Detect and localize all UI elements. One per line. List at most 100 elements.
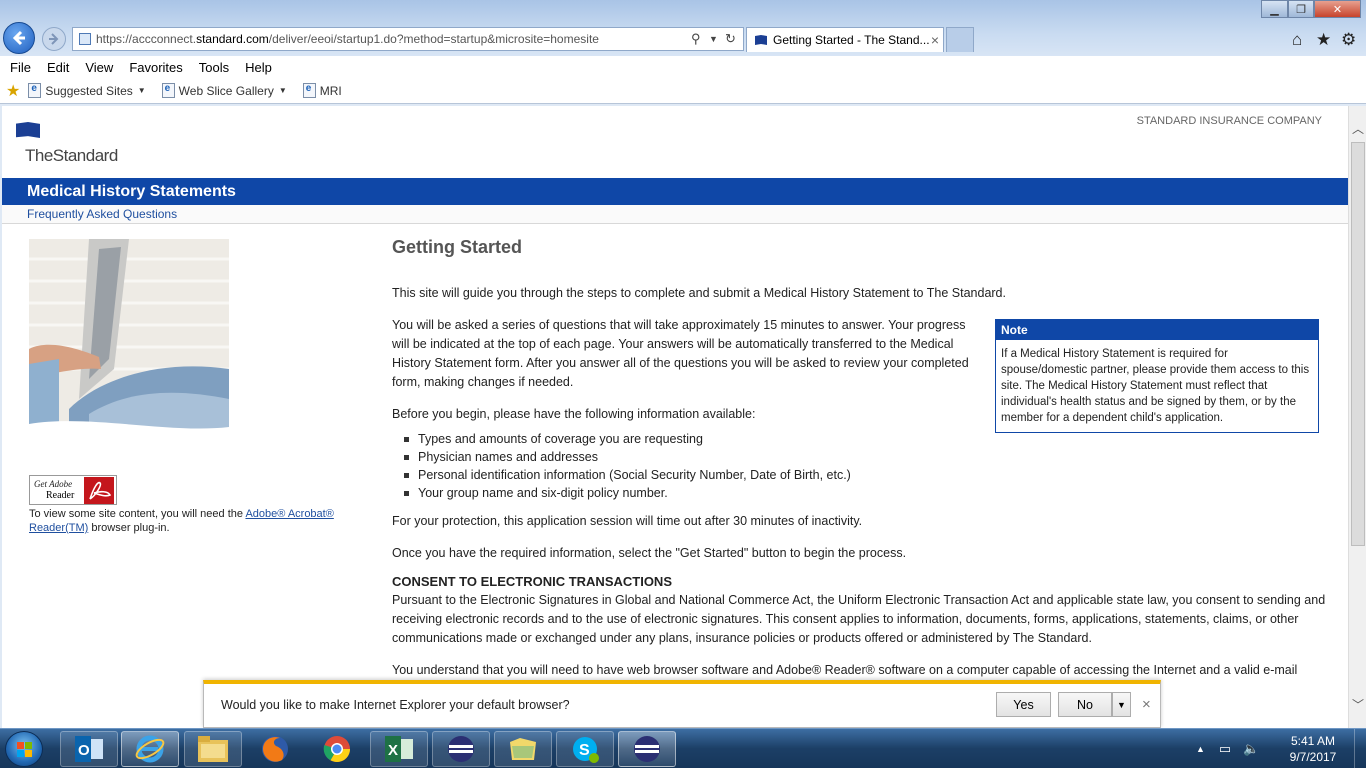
ie-page-icon bbox=[28, 83, 42, 98]
chevron-down-icon: ▼ bbox=[278, 86, 287, 95]
favorite-suggested-sites[interactable]: Suggested Sites ▼ bbox=[28, 83, 146, 98]
start-button[interactable] bbox=[5, 731, 43, 767]
favorites-bar: ★ Suggested Sites ▼ Web Slice Gallery ▼ … bbox=[0, 78, 1366, 104]
default-browser-notification: Would you like to make Internet Explorer… bbox=[203, 680, 1161, 728]
menu-help[interactable]: Help bbox=[245, 60, 272, 75]
arrow-right-icon bbox=[49, 33, 59, 45]
note-box: Note If a Medical History Statement is r… bbox=[995, 319, 1319, 433]
taskbar-app[interactable] bbox=[432, 731, 490, 767]
menu-file[interactable]: File bbox=[10, 60, 31, 75]
address-bar[interactable]: https://accconnect.standard.com/deliver/… bbox=[72, 27, 744, 51]
taskbar-outlook[interactable]: O bbox=[60, 731, 118, 767]
list-item: Personal identification information (Soc… bbox=[404, 466, 1332, 484]
system-tray: ▲ ▭ 🔈 bbox=[1196, 729, 1259, 768]
no-button[interactable]: No bbox=[1058, 692, 1112, 717]
scroll-down-icon[interactable]: ﹀ bbox=[1352, 696, 1364, 713]
company-name: STANDARD INSURANCE COMPANY bbox=[1136, 115, 1322, 127]
minimize-button[interactable]: ▁ bbox=[1261, 0, 1288, 18]
ie-page-icon bbox=[161, 83, 175, 98]
consent-heading: CONSENT TO ELECTRONIC TRANSACTIONS bbox=[392, 574, 672, 589]
firefox-icon bbox=[262, 736, 288, 762]
menu-edit[interactable]: Edit bbox=[47, 60, 69, 75]
consent-text: Pursuant to the Electronic Signatures in… bbox=[392, 593, 1326, 645]
windows-logo-icon bbox=[17, 742, 32, 757]
favorites-star-add-icon[interactable]: ★ bbox=[6, 81, 20, 101]
ie-page-icon bbox=[302, 83, 316, 98]
favorite-web-slice-gallery[interactable]: Web Slice Gallery ▼ bbox=[161, 83, 287, 98]
volume-icon[interactable]: 🔈 bbox=[1243, 741, 1259, 757]
hero-image bbox=[29, 239, 229, 439]
scroll-thumb[interactable] bbox=[1351, 142, 1365, 546]
page-title: Medical History Statements bbox=[27, 183, 236, 200]
back-button[interactable] bbox=[3, 22, 35, 54]
url-text: https://accconnect.standard.com/deliver/… bbox=[96, 32, 599, 46]
the-standard-logo[interactable]: TheStandard bbox=[16, 122, 118, 166]
network-icon[interactable]: ▭ bbox=[1219, 741, 1231, 757]
app-icon bbox=[448, 736, 474, 762]
show-hidden-icons-icon[interactable]: ▲ bbox=[1196, 744, 1205, 754]
menu-bar: File Edit View Favorites Tools Help bbox=[0, 56, 1366, 78]
section-title: Getting Started bbox=[392, 237, 523, 257]
taskbar-file-explorer[interactable] bbox=[184, 731, 242, 767]
tab-getting-started[interactable]: Getting Started - The Stand... × bbox=[746, 27, 944, 52]
app-icon bbox=[634, 736, 660, 762]
close-window-button[interactable]: ✕ bbox=[1314, 0, 1361, 18]
note-body: If a Medical History Statement is requir… bbox=[1001, 348, 1310, 424]
close-icon[interactable]: × bbox=[1142, 696, 1151, 713]
favorite-mri[interactable]: MRI bbox=[302, 83, 342, 98]
adobe-note: To view some site content, you will need… bbox=[29, 508, 334, 534]
vertical-scrollbar[interactable]: ︿ ﹀ bbox=[1348, 106, 1366, 728]
home-icon[interactable]: ⌂ bbox=[1292, 30, 1302, 50]
svg-text:X: X bbox=[388, 742, 398, 759]
once-text: Once you have the required information, … bbox=[392, 546, 907, 560]
taskbar-internet-explorer[interactable] bbox=[121, 731, 179, 767]
gear-icon[interactable]: ⚙ bbox=[1341, 30, 1356, 50]
clock[interactable]: 5:41 AM 9/7/2017 bbox=[1278, 733, 1348, 765]
dropdown-icon[interactable]: ▼ bbox=[709, 34, 718, 44]
yes-button[interactable]: Yes bbox=[996, 692, 1051, 717]
flag-icon bbox=[16, 122, 40, 138]
adobe-reader-icon bbox=[84, 477, 114, 504]
outlook-icon: O bbox=[75, 736, 103, 762]
maximize-button[interactable]: ❐ bbox=[1288, 0, 1314, 18]
folder-icon bbox=[510, 738, 536, 760]
show-desktop-button[interactable] bbox=[1354, 729, 1366, 768]
menu-favorites[interactable]: Favorites bbox=[129, 60, 182, 75]
taskbar-firefox[interactable] bbox=[246, 731, 304, 767]
timeout-text: For your protection, this application se… bbox=[392, 514, 863, 528]
arrow-left-icon bbox=[12, 30, 25, 46]
taskbar-skype[interactable]: S bbox=[556, 731, 614, 767]
svg-text:O: O bbox=[78, 742, 90, 759]
get-adobe-reader-badge[interactable]: Get Adobe Reader bbox=[29, 475, 117, 505]
page-icon bbox=[79, 33, 91, 45]
forward-button[interactable] bbox=[42, 27, 66, 51]
notification-message: Would you like to make Internet Explorer… bbox=[221, 698, 570, 712]
file-explorer-icon bbox=[198, 736, 228, 762]
instructions-text: You will be asked a series of questions … bbox=[392, 318, 969, 389]
note-title: Note bbox=[996, 320, 1318, 340]
chrome-icon bbox=[323, 736, 351, 763]
taskbar-app-2[interactable] bbox=[618, 731, 676, 767]
no-options-dropdown[interactable]: ▼ bbox=[1112, 692, 1131, 717]
taskbar-excel[interactable]: X bbox=[370, 731, 428, 767]
svg-text:S: S bbox=[579, 742, 590, 759]
scroll-up-icon[interactable]: ︿ bbox=[1352, 120, 1364, 137]
subnav-band: Frequently Asked Questions bbox=[2, 205, 1348, 224]
browser-titlebar: https://accconnect.standard.com/deliver/… bbox=[0, 0, 1366, 56]
tab-close-icon[interactable]: × bbox=[931, 32, 939, 48]
list-item: Physician names and addresses bbox=[404, 448, 1332, 466]
menu-tools[interactable]: Tools bbox=[199, 60, 229, 75]
taskbar-folder[interactable] bbox=[494, 731, 552, 767]
taskbar-chrome[interactable] bbox=[308, 731, 366, 767]
new-tab-button[interactable] bbox=[946, 27, 974, 52]
search-icon[interactable]: ⚲ bbox=[691, 31, 701, 47]
favorites-star-icon[interactable]: ★ bbox=[1316, 30, 1331, 50]
refresh-icon[interactable]: ↻ bbox=[725, 31, 736, 47]
main-content: Getting Started This site will guide you… bbox=[392, 238, 1332, 712]
flag-icon bbox=[755, 35, 767, 45]
faq-link[interactable]: Frequently Asked Questions bbox=[27, 207, 177, 221]
skype-icon: S bbox=[573, 737, 599, 763]
menu-view[interactable]: View bbox=[85, 60, 113, 75]
clock-time: 5:41 AM bbox=[1290, 734, 1336, 748]
required-info-list: Types and amounts of coverage you are re… bbox=[404, 430, 1332, 502]
